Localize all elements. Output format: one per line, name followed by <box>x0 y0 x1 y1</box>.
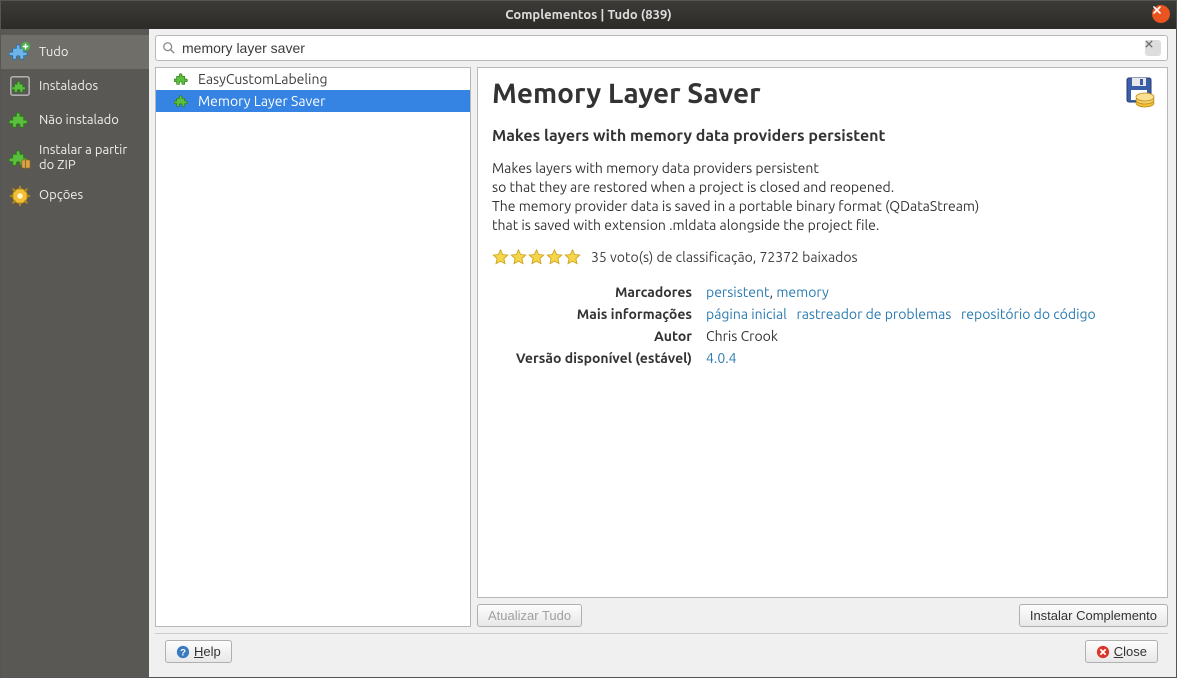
search-icon <box>162 41 176 55</box>
close-icon <box>1096 645 1110 659</box>
link-code-repo[interactable]: repositório do código <box>961 306 1096 322</box>
sidebar: Tudo Instalados Não instalado <box>1 29 149 677</box>
help-button[interactable]: ? Help <box>165 640 232 663</box>
result-item-easycustomlabeling[interactable]: EasyCustomLabeling <box>156 68 470 90</box>
sidebar-item-label: Instalados <box>39 79 141 94</box>
meta-table: Marcadores persistent, memory Mais infor… <box>492 284 1153 366</box>
clear-search-button[interactable] <box>1145 40 1161 56</box>
tag-link-persistent[interactable]: persistent <box>706 284 770 300</box>
meta-author-label: Autor <box>492 328 692 344</box>
star-icon <box>546 249 563 266</box>
plugin-subtitle: Makes layers with memory data providers … <box>492 127 1153 145</box>
puzzle-plus-icon <box>9 41 31 63</box>
result-item-label: EasyCustomLabeling <box>198 71 328 87</box>
sidebar-item-label: Tudo <box>39 45 141 60</box>
search-bar <box>155 35 1168 61</box>
meta-version-label: Versão disponível (estável) <box>492 350 692 366</box>
sidebar-item-instalados[interactable]: Instalados <box>1 69 149 103</box>
action-row: Atualizar Tudo Instalar Complemento <box>477 604 1168 627</box>
result-item-label: Memory Layer Saver <box>198 93 325 109</box>
plugin-manager-window: Complementos | Tudo (839) Tudo <box>0 0 1177 678</box>
puzzle-installed-icon <box>9 75 31 97</box>
plugin-title: Memory Layer Saver <box>492 78 1153 109</box>
sidebar-item-label: Não instalado <box>39 113 141 128</box>
help-button-label: Help <box>194 644 221 659</box>
meta-version-value: 4.0.4 <box>706 350 1153 366</box>
install-plugin-button[interactable]: Instalar Complemento <box>1019 604 1168 627</box>
tag-link-memory[interactable]: memory <box>776 284 828 300</box>
plugin-description: Makes layers with memory data providers … <box>492 159 1153 235</box>
sidebar-item-instalar-zip[interactable]: Instalar a partir do ZIP <box>1 137 149 179</box>
close-button[interactable]: Close <box>1085 640 1158 663</box>
sidebar-item-opcoes[interactable]: Opções <box>1 179 149 213</box>
puzzle-icon <box>174 71 190 87</box>
gear-icon <box>9 185 31 207</box>
sidebar-item-nao-instalado[interactable]: Não instalado <box>1 103 149 137</box>
sidebar-item-label: Opções <box>39 188 141 203</box>
help-icon: ? <box>176 645 190 659</box>
window-title: Complementos | Tudo (839) <box>505 8 672 22</box>
rating-row: 35 voto(s) de classificação, 72372 baixa… <box>492 249 1153 266</box>
link-issue-tracker[interactable]: rastreador de problemas <box>796 306 951 322</box>
plugin-detail: Memory Layer Saver Makes layers with mem… <box>477 67 1168 598</box>
plugin-floppy-icon <box>1125 76 1157 108</box>
detail-wrap: Memory Layer Saver Makes layers with mem… <box>477 67 1168 627</box>
meta-tags-value: persistent, memory <box>706 284 1153 300</box>
window-body: Tudo Instalados Não instalado <box>1 29 1176 677</box>
rating-stars <box>492 249 581 266</box>
sidebar-item-tudo[interactable]: Tudo <box>1 35 149 69</box>
content-area: EasyCustomLabeling Memory Layer Saver <box>155 67 1168 627</box>
meta-tags-label: Marcadores <box>492 284 692 300</box>
rating-text: 35 voto(s) de classificação, 72372 baixa… <box>591 249 858 265</box>
puzzle-icon <box>174 93 190 109</box>
star-icon <box>510 249 527 266</box>
close-button-label: Close <box>1114 644 1147 659</box>
result-list[interactable]: EasyCustomLabeling Memory Layer Saver <box>155 67 471 627</box>
meta-moreinfo-value: página inicial rastreador de problemas r… <box>706 306 1153 322</box>
update-all-button[interactable]: Atualizar Tudo <box>477 604 582 627</box>
star-icon <box>492 249 509 266</box>
svg-text:?: ? <box>180 647 186 658</box>
star-icon <box>564 249 581 266</box>
link-version[interactable]: 4.0.4 <box>706 350 737 366</box>
star-icon <box>528 249 545 266</box>
main-panel: EasyCustomLabeling Memory Layer Saver <box>149 29 1176 677</box>
titlebar: Complementos | Tudo (839) <box>1 1 1176 29</box>
meta-author-value: Chris Crook <box>706 328 1153 344</box>
meta-moreinfo-label: Mais informações <box>492 306 692 322</box>
dialog-footer: ? Help Close <box>155 633 1168 669</box>
sidebar-item-label: Instalar a partir do ZIP <box>39 143 141 173</box>
search-input[interactable] <box>182 40 1139 56</box>
puzzle-zip-icon <box>9 147 31 169</box>
link-homepage[interactable]: página inicial <box>706 306 787 322</box>
window-close-button[interactable] <box>1152 5 1170 23</box>
puzzle-icon <box>9 109 31 131</box>
result-item-memorylayersaver[interactable]: Memory Layer Saver <box>156 90 470 112</box>
